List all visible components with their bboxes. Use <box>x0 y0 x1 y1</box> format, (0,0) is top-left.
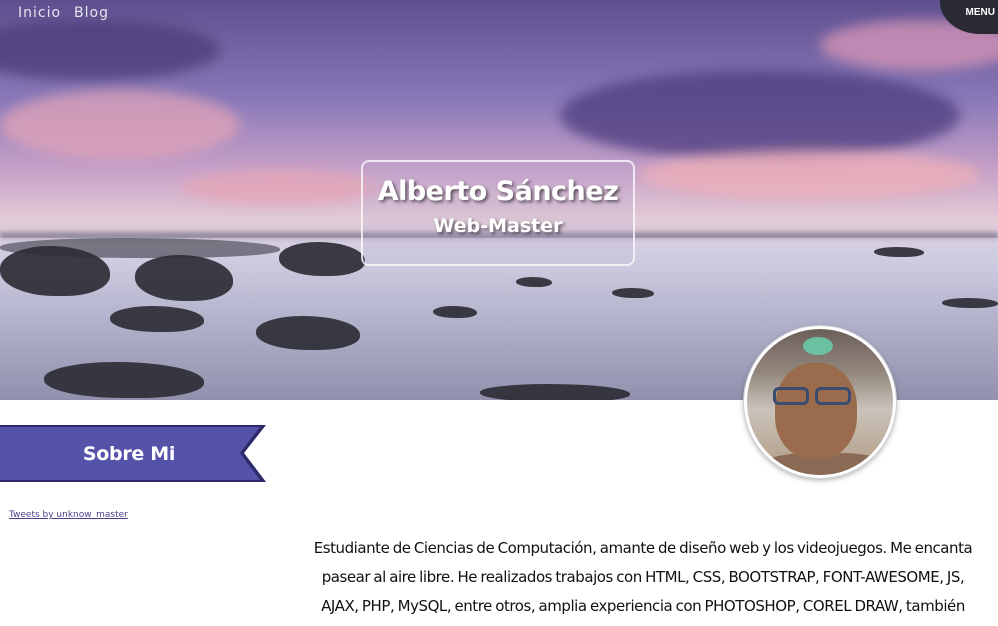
cloud <box>0 20 220 80</box>
cloud <box>180 170 380 205</box>
cloud <box>560 70 960 160</box>
cloud <box>640 150 980 200</box>
rock <box>480 384 630 400</box>
nav-link-blog[interactable]: Blog <box>74 5 109 21</box>
hero-role: Web-Master <box>433 215 563 237</box>
rock <box>433 306 477 318</box>
rock <box>44 362 204 398</box>
avatar <box>744 326 896 478</box>
rock <box>942 298 998 308</box>
rock <box>279 242 365 276</box>
nav-link-inicio[interactable]: Inicio <box>18 5 61 21</box>
about-text: Estudiante de Ciencias de Computación, a… <box>313 539 973 615</box>
rock <box>0 238 280 258</box>
twitter-timeline-link[interactable]: Tweets by unknow_master <box>9 510 128 520</box>
menu-label: MENU <box>965 7 995 18</box>
glasses-shape <box>769 387 859 407</box>
rock <box>516 277 552 287</box>
rock <box>612 288 654 298</box>
bird-shape <box>803 337 833 355</box>
rock <box>256 316 360 350</box>
head-shape <box>775 363 857 459</box>
rock <box>110 306 204 332</box>
hero-title-box: Alberto Sánchez Web-Master <box>361 160 635 266</box>
section-title: Sobre Mi <box>82 442 176 465</box>
cloud <box>0 90 240 160</box>
rock <box>874 247 924 257</box>
top-nav: Inicio Blog <box>18 5 109 21</box>
hero-name: Alberto Sánchez <box>377 176 619 207</box>
